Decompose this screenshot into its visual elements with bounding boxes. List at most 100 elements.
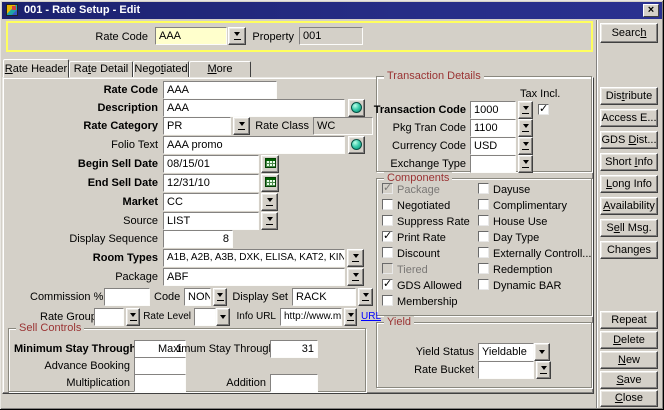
source-field[interactable]: LIST <box>163 212 259 230</box>
day-type-checkbox[interactable] <box>478 231 489 242</box>
lov-arrow-icon <box>541 366 547 373</box>
begin-sell-date-field[interactable]: 08/15/01 <box>163 155 259 173</box>
source-lov-button[interactable] <box>261 212 278 230</box>
check-icon: ✓ <box>539 102 548 115</box>
end-sell-date-field[interactable]: 12/31/10 <box>163 174 259 192</box>
title-bar: 001 - Rate Setup - Edit <box>2 2 662 19</box>
yield-status-field[interactable]: Yieldable <box>478 343 534 361</box>
exchange-type-lov-button[interactable] <box>518 155 533 173</box>
info-url-lov-button[interactable] <box>344 308 357 326</box>
complimentary-checkbox[interactable] <box>478 199 489 210</box>
rate-level-label: Rate Level <box>143 311 191 323</box>
rate-bucket-label: Rate Bucket <box>378 364 474 376</box>
room-types-lov-button[interactable] <box>347 249 364 267</box>
externally-controll-checkbox[interactable] <box>478 247 489 258</box>
tax-incl-checkbox[interactable]: ✓ <box>538 104 549 115</box>
close-button[interactable]: Close <box>600 390 658 407</box>
close-icon[interactable] <box>643 4 659 17</box>
exchange-type-field[interactable] <box>470 155 516 173</box>
url-link[interactable]: URL <box>361 311 381 323</box>
rate-level-combo-button[interactable] <box>216 308 230 326</box>
folio-text-translate-button[interactable] <box>348 136 365 154</box>
lov-arrow-icon <box>217 293 223 300</box>
repeat-button[interactable]: Repeat <box>600 311 658 329</box>
maximum-stay-field[interactable]: 31 <box>270 340 318 358</box>
dynamic-bar-checkbox[interactable] <box>478 279 489 290</box>
delete-button[interactable]: Delete <box>600 331 658 349</box>
search-button[interactable]: Search <box>600 23 658 43</box>
redemption-checkbox[interactable] <box>478 263 489 274</box>
commission-field[interactable] <box>104 288 150 306</box>
property-field: 001 <box>299 27 363 45</box>
pkg-tran-code-lov-button[interactable] <box>518 119 533 137</box>
new-button[interactable]: New <box>600 351 658 369</box>
gds-allowed-checkbox[interactable]: ✓ <box>382 279 393 290</box>
end-sell-date-calendar-button[interactable] <box>261 174 279 192</box>
tab-negotiated[interactable]: Negotiated <box>133 61 189 78</box>
market-field[interactable]: CC <box>163 193 259 211</box>
rate-bucket-field[interactable] <box>478 361 534 379</box>
transaction-code-field[interactable]: 1000 <box>470 101 516 119</box>
rate-category-field[interactable]: PR <box>163 117 231 135</box>
sell-msg-button[interactable]: Sell Msg. <box>600 219 658 237</box>
description-field[interactable]: AAA <box>163 99 345 117</box>
discount-checkbox[interactable] <box>382 247 393 258</box>
description-translate-button[interactable] <box>348 99 365 117</box>
currency-code-lov-button[interactable] <box>518 137 533 155</box>
suppress-rate-checkbox[interactable] <box>382 215 393 226</box>
rate-code-lov-button[interactable] <box>228 27 246 45</box>
top-rate-code-field[interactable]: AAA <box>155 27 227 45</box>
tab-rate-header[interactable]: Rate Header <box>3 59 69 78</box>
folio-text-field[interactable]: AAA promo <box>163 136 345 154</box>
rate-group-lov-button[interactable] <box>126 308 140 326</box>
room-types-field[interactable]: A1B, A2B, A3B, DXK, ELISA, KAT2, KING, K… <box>163 249 345 267</box>
package-lov-button[interactable] <box>347 268 364 286</box>
package-field[interactable]: ABF <box>163 268 345 286</box>
tab-rate-detail[interactable]: Rate Detail <box>69 61 133 78</box>
lov-bar-icon <box>130 320 137 321</box>
day-type-checkbox-label: Day Type <box>493 232 539 244</box>
transaction-code-lov-button[interactable] <box>518 101 533 119</box>
availability-button[interactable]: Availability <box>600 197 658 215</box>
display-set-lov-button[interactable] <box>358 288 373 306</box>
rate-code-field[interactable]: AAA <box>163 81 277 99</box>
code-field[interactable]: NON <box>184 288 211 306</box>
distribute-button[interactable]: Distribute <box>600 87 658 105</box>
display-sequence-field[interactable]: 8 <box>163 230 233 248</box>
membership-checkbox[interactable] <box>382 295 393 306</box>
long-info-button[interactable]: Long Info <box>600 175 658 193</box>
pkg-tran-code-field[interactable]: 1100 <box>470 119 516 137</box>
print-rate-checkbox[interactable]: ✓ <box>382 231 393 242</box>
gds-dist-button[interactable]: GDS Dist... <box>600 131 658 149</box>
dayuse-checkbox[interactable] <box>478 183 489 194</box>
rate-class-label: Rate Class <box>252 120 309 132</box>
package-checkbox: ✓ <box>382 183 393 194</box>
house-use-checkbox[interactable] <box>478 215 489 226</box>
addition-field[interactable] <box>270 374 318 392</box>
lov-bar-icon <box>347 320 354 321</box>
rate-bucket-lov-button[interactable] <box>536 361 551 379</box>
rate-group-field[interactable] <box>94 308 124 326</box>
changes-button[interactable]: Changes <box>600 241 658 259</box>
save-button[interactable]: Save <box>600 371 658 389</box>
currency-code-field[interactable]: USD <box>470 137 516 155</box>
yield-status-combo-button[interactable] <box>534 343 550 361</box>
advance-booking-field[interactable] <box>134 357 186 375</box>
code-lov-button[interactable] <box>213 288 227 306</box>
print-rate-checkbox-label: Print Rate <box>397 232 446 244</box>
display-set-label: Display Set <box>230 291 288 303</box>
begin-sell-date-calendar-button[interactable] <box>261 155 279 173</box>
short-info-button[interactable]: Short Info <box>600 153 658 171</box>
multiplication-field[interactable] <box>134 374 186 392</box>
rate-category-lov-button[interactable] <box>233 117 250 135</box>
access-e-button[interactable]: Access E... <box>600 109 658 127</box>
negotiated-checkbox[interactable] <box>382 199 393 210</box>
info-url-field[interactable]: http://www.ms <box>280 308 342 326</box>
lov-arrow-icon <box>523 142 529 149</box>
lov-bar-icon <box>522 149 529 150</box>
lov-arrow-icon <box>348 313 354 320</box>
market-lov-button[interactable] <box>261 193 278 211</box>
display-set-field[interactable]: RACK <box>292 288 356 306</box>
rate-level-field[interactable] <box>194 308 216 326</box>
tab-more[interactable]: More <box>189 61 251 78</box>
